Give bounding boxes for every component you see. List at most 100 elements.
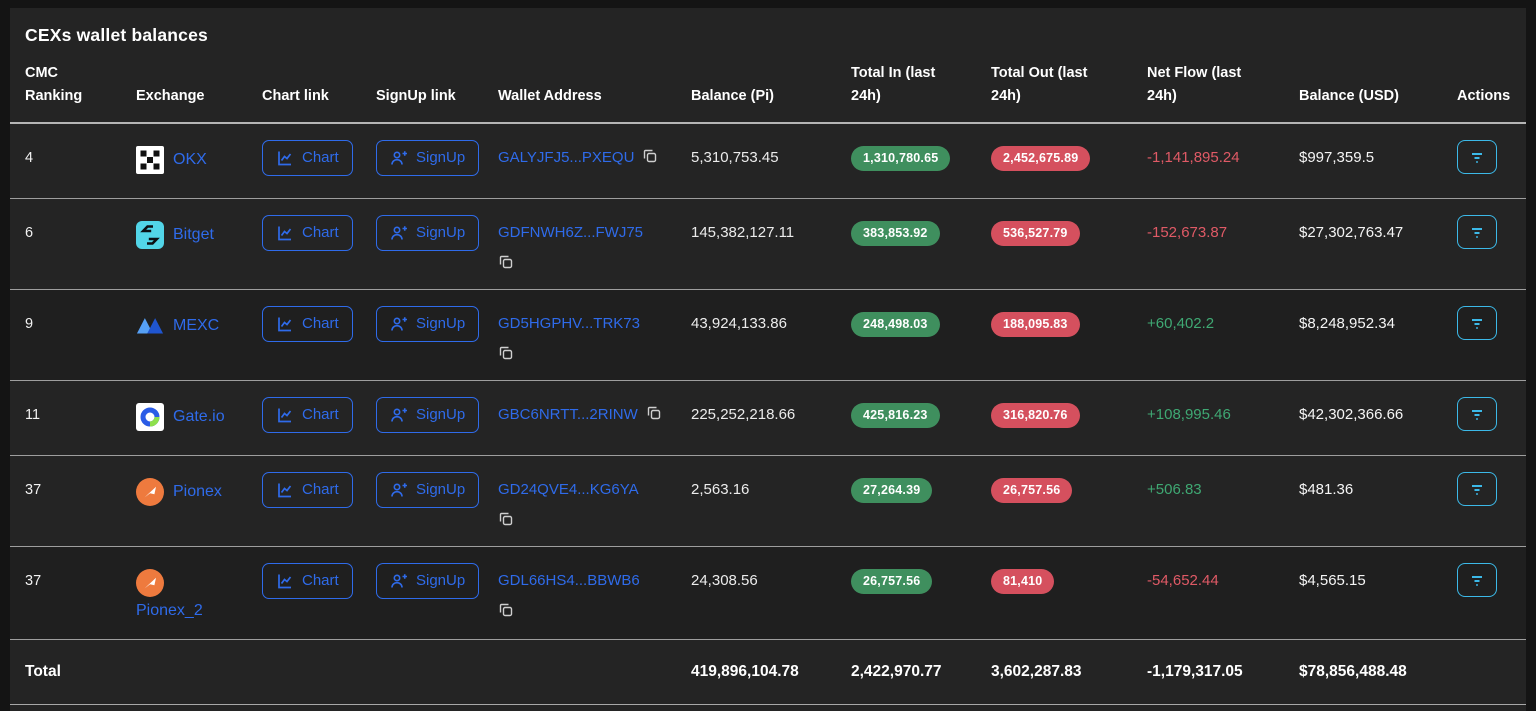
total-in-badge: 26,757.56	[851, 568, 933, 594]
signup-button[interactable]: SignUp	[376, 471, 480, 508]
column-header-actions: Actions	[1452, 50, 1526, 124]
filter-icon	[1472, 575, 1482, 586]
chart-button[interactable]: Chart	[262, 214, 353, 251]
exchange-name: Gate.io	[173, 407, 225, 425]
copy-address-button[interactable]	[646, 405, 662, 424]
table-row: 11 Gate.io Chart SignUp GBC6NRTT...2RINW…	[10, 380, 1526, 456]
balance-pi-value: 5,310,753.45	[686, 122, 846, 199]
cex-balances-card: CEXs wallet balances CMC Ranking Exchang…	[10, 8, 1526, 711]
exchange-name: Pionex_2	[136, 601, 203, 619]
filter-action-button[interactable]	[1457, 214, 1497, 249]
cmc-ranking-value: 11	[10, 380, 131, 456]
column-header-signup-link: SignUp link	[371, 50, 493, 124]
cmc-ranking-value: 9	[10, 289, 131, 381]
signup-button[interactable]: SignUp	[376, 562, 480, 599]
copy-address-button[interactable]	[498, 345, 514, 364]
cmc-ranking-value: 37	[10, 455, 131, 547]
filter-action-button[interactable]	[1457, 562, 1497, 597]
total-label: Total	[10, 639, 131, 705]
exchange-link-pionex[interactable]: Pionex	[136, 477, 222, 506]
copy-address-button[interactable]	[498, 602, 514, 621]
total-out-badge: 81,410	[991, 568, 1055, 594]
balance-pi-value: 145,382,127.11	[686, 198, 846, 290]
chart-button[interactable]: Chart	[262, 562, 353, 599]
balance-pi-value: 24,308.56	[686, 546, 846, 640]
exchange-link-mexc[interactable]: MEXC	[136, 312, 219, 340]
chart-button[interactable]: Chart	[262, 396, 353, 433]
filter-action-button[interactable]	[1457, 471, 1497, 506]
copy-icon	[499, 346, 513, 360]
column-header-net-flow: Net Flow (last 24h)	[1142, 50, 1294, 124]
column-header-exchange: Exchange	[131, 50, 257, 124]
column-header-balance-usd: Balance (USD)	[1294, 50, 1452, 124]
line-chart-icon	[278, 574, 292, 589]
copy-address-button[interactable]	[498, 254, 514, 273]
table-row: 9 MEXC Chart SignUp GD5HGPHV...TRK73 43,…	[10, 289, 1526, 381]
total-in-sum: 2,422,970.77	[846, 639, 986, 705]
signup-button[interactable]: SignUp	[376, 396, 480, 433]
chart-button[interactable]: Chart	[262, 471, 353, 508]
wallet-address-cell: GBC6NRTT...2RINW	[493, 380, 686, 456]
wallet-address-link[interactable]: GD5HGPHV...TRK73	[498, 315, 640, 332]
wallet-address-link[interactable]: GDL66HS4...BBWB6	[498, 572, 640, 589]
filter-action-button[interactable]	[1457, 139, 1497, 174]
exchange-name: Bitget	[173, 225, 214, 243]
filter-icon	[1472, 318, 1482, 329]
copy-address-button[interactable]	[498, 511, 514, 530]
total-out-badge: 316,820.76	[991, 402, 1080, 428]
person-plus-icon	[391, 317, 407, 331]
total-balance-pi: 419,896,104.78	[686, 639, 846, 705]
net-flow-value: +60,402.2	[1142, 289, 1294, 381]
balance-usd-value: $4,565.15	[1294, 546, 1452, 640]
wallet-address-link[interactable]: GBC6NRTT...2RINW	[498, 406, 638, 423]
exchange-link-gateio[interactable]: Gate.io	[136, 402, 225, 431]
total-row: Total 419,896,104.78 2,422,970.77 3,602,…	[10, 639, 1526, 705]
signup-button[interactable]: SignUp	[376, 214, 480, 251]
exchange-link-okx[interactable]: OKX	[136, 145, 207, 174]
filter-action-button[interactable]	[1457, 305, 1497, 340]
copy-address-button[interactable]	[642, 148, 658, 167]
wallet-address-link[interactable]: GDFNWH6Z...FWJ75	[498, 224, 643, 241]
column-header-balance-pi: Balance (Pi)	[686, 50, 846, 124]
total-in-badge: 1,310,780.65	[851, 145, 951, 171]
balance-usd-value: $481.36	[1294, 455, 1452, 547]
balance-usd-value: $42,302,366.66	[1294, 380, 1452, 456]
signup-button[interactable]: SignUp	[376, 305, 480, 342]
line-chart-icon	[278, 151, 292, 166]
gateio-logo-icon	[136, 402, 164, 431]
column-header-chart-link: Chart link	[257, 50, 371, 124]
filter-action-button[interactable]	[1457, 396, 1497, 431]
line-chart-icon	[278, 226, 292, 241]
filter-icon	[1472, 484, 1482, 495]
wallet-address-cell: GDFNWH6Z...FWJ75	[493, 198, 686, 290]
cmc-ranking-value: 6	[10, 198, 131, 290]
total-in-badge: 27,264.39	[851, 477, 933, 503]
filter-icon	[1472, 409, 1482, 420]
pionex-logo-icon	[136, 477, 164, 506]
line-chart-icon	[278, 317, 292, 332]
person-plus-icon	[391, 574, 407, 588]
total-out-badge: 2,452,675.89	[991, 145, 1091, 171]
net-flow-value: -54,652.44	[1142, 546, 1294, 640]
line-chart-icon	[278, 408, 292, 423]
chart-button[interactable]: Chart	[262, 139, 353, 176]
column-header-wallet-address: Wallet Address	[493, 50, 686, 124]
exchange-link-pionex-2[interactable]: Pionex_2	[136, 568, 203, 623]
wallet-address-cell: GD5HGPHV...TRK73	[493, 289, 686, 381]
column-header-cmc-ranking: CMC Ranking	[10, 50, 131, 124]
total-out-badge: 536,527.79	[991, 220, 1080, 246]
filter-icon	[1472, 227, 1482, 238]
bitget-logo-icon	[136, 220, 164, 249]
signup-button[interactable]: SignUp	[376, 139, 480, 176]
net-flow-value: +108,995.46	[1142, 380, 1294, 456]
table-row: 37 Pionex Chart SignUp GD24QVE4...KG6YA …	[10, 455, 1526, 547]
total-out-sum: 3,602,287.83	[986, 639, 1142, 705]
wallet-address-link[interactable]: GD24QVE4...KG6YA	[498, 481, 639, 498]
chart-button[interactable]: Chart	[262, 305, 353, 342]
exchange-link-bitget[interactable]: Bitget	[136, 220, 214, 249]
cmc-ranking-value: 4	[10, 122, 131, 199]
wallet-address-cell: GALYJFJ5...PXEQU	[493, 122, 686, 199]
filter-icon	[1472, 152, 1482, 163]
balance-usd-value: $997,359.5	[1294, 122, 1452, 199]
wallet-address-link[interactable]: GALYJFJ5...PXEQU	[498, 149, 634, 166]
